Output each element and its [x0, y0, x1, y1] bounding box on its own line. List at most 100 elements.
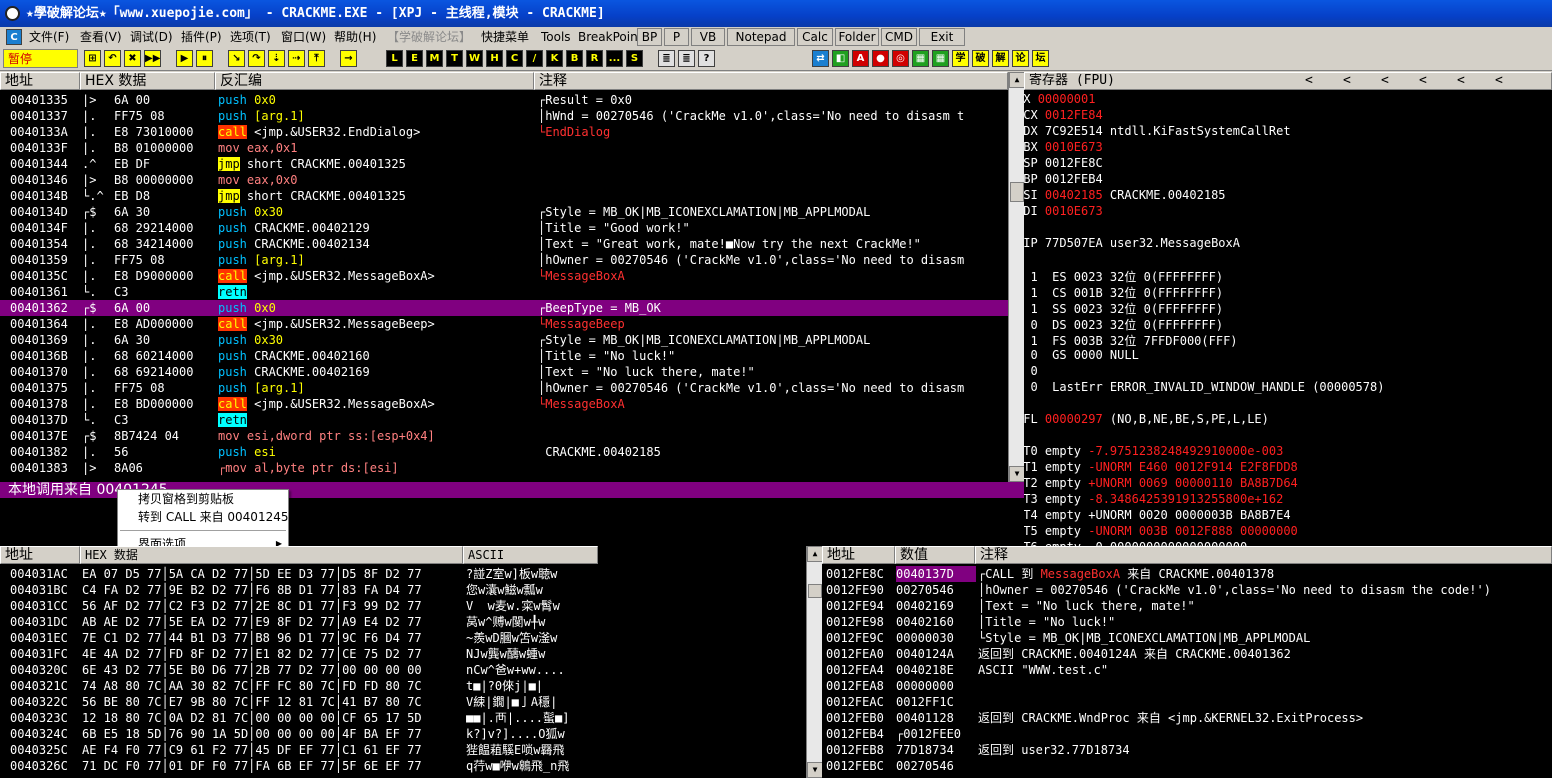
references-icon[interactable]: R [586, 50, 603, 67]
col-header-hex[interactable]: HEX 数据 [80, 72, 215, 90]
register-row[interactable] [1024, 220, 1544, 236]
disasm-row[interactable]: 00401337 |. FF75 08 push [arg.1] │hWnd = 002… [0, 108, 1008, 124]
disasm-row[interactable]: 0040137E ┌$ 8B7424 04 mov esi,dword ptr ss:… [0, 428, 1008, 444]
dump-header-addr[interactable]: 地址 [0, 546, 80, 564]
register-row[interactable]: ST2 empty +UNORM 0069 00000110 BA8B7D64 [1024, 476, 1544, 492]
debug-options-icon[interactable]: ≣ [658, 50, 675, 67]
register-row[interactable]: ESP 0012FE8C [1024, 156, 1544, 172]
disasm-row[interactable]: 00401362 ┌$ 6A 00 push 0x0 ┌BeepType = MB_OK [0, 300, 1008, 316]
register-row[interactable]: ST3 empty -8.3486425391913255800e+162 [1024, 492, 1544, 508]
disasm-row[interactable]: 00401383 |> 8A06 ┌mov al,byte ptr ds:[esi] [0, 460, 1008, 476]
col-header-comment[interactable]: 注释 [534, 72, 1008, 90]
register-row[interactable] [1024, 396, 1544, 412]
xue-icon[interactable]: 学 [952, 50, 969, 67]
menu-window[interactable]: 窗口(W) [281, 27, 326, 47]
dump-scroll-down-arrow-icon[interactable]: ▼ [807, 762, 822, 778]
lun-icon[interactable]: 论 [1012, 50, 1029, 67]
register-row[interactable]: A 1 SS 0023 32位 0(FFFFFFFF) [1024, 300, 1544, 316]
register-row[interactable]: EDX 7C92E514 ntdll.KiFastSystemCallRet [1024, 124, 1544, 140]
step-into-icon[interactable]: ↘ [228, 50, 245, 67]
register-nav-arrow-icon[interactable]: < [1419, 73, 1427, 89]
registers-pane[interactable]: 寄存器 (FPU) <<<<<< AX 00000001ECX 0012FE84… [1024, 72, 1552, 546]
menu-tools[interactable]: Tools [541, 27, 571, 47]
dump-scroll-thumb[interactable] [808, 584, 822, 598]
dump-pane[interactable]: 地址 HEX 数据 ASCII 004031AC EA 07 D5 77│5A C… [0, 546, 822, 778]
menu-exit[interactable]: Exit [919, 28, 965, 46]
menu-cmd[interactable]: CMD [881, 28, 917, 46]
menu-shortcut[interactable]: 快捷菜单 [481, 27, 529, 47]
restart-icon[interactable]: ↶ [104, 50, 121, 67]
menu-folder[interactable]: Folder [835, 28, 879, 46]
menu-breakpoint[interactable]: BreakPoint [578, 27, 642, 47]
register-row[interactable]: Z 0 DS 0023 32位 0(FFFFFFFF) [1024, 316, 1544, 332]
stack-row[interactable]: 0012FEA8 00000000 [822, 678, 1552, 694]
stack-row[interactable]: 0012FE98 00402160 │Title = "No luck!" [822, 614, 1552, 630]
menu-calc[interactable]: Calc [797, 28, 833, 46]
cpu-icon[interactable]: C [506, 50, 523, 67]
register-row[interactable]: P 1 CS 001B 32位 0(FFFFFFFF) [1024, 284, 1544, 300]
dump-rows[interactable]: 004031AC EA 07 D5 77│5A CA D2 77│5D EE D3… [0, 566, 806, 778]
menu-options[interactable]: 选项(T) [230, 27, 271, 47]
dump-row[interactable]: 0040324C 6B E5 18 5D│76 90 1A 5D│00 00 00… [0, 726, 806, 742]
register-row[interactable]: ST5 empty -UNORM 003B 0012F888 00000000 [1024, 524, 1544, 540]
disasm-row[interactable]: 00401346 |> B8 00000000 mov eax,0x0 [0, 172, 1008, 188]
disasm-row[interactable]: 00401354 |. 68 34214000 push CRACKME.004021… [0, 236, 1008, 252]
disasm-row[interactable]: 00401370 |. 68 69214000 push CRACKME.004021… [0, 364, 1008, 380]
disasm-row[interactable]: 00401335 |> 6A 00 push 0x0 ┌Result = 0x0 [0, 92, 1008, 108]
stack-header-value[interactable]: 数值 [895, 546, 975, 564]
dump-row[interactable]: 0040321C 74 A8 80 7C│AA 30 82 7C│FF FC 80… [0, 678, 806, 694]
threads-icon[interactable]: T [446, 50, 463, 67]
register-rows[interactable]: AX 00000001ECX 0012FE84EDX 7C92E514 ntdl… [1024, 92, 1552, 546]
stack-row[interactable]: 0012FEBC 00270546 [822, 758, 1552, 774]
disassembly-rows[interactable]: 00401335 |> 6A 00 push 0x0 ┌Result = 0x0 0040… [0, 92, 1008, 482]
disasm-row[interactable]: 0040133F |. B8 01000000 mov eax,0x1 [0, 140, 1008, 156]
register-row[interactable] [1024, 428, 1544, 444]
col-header-addr[interactable]: 地址 [0, 72, 80, 90]
register-nav-arrow-icon[interactable]: < [1381, 73, 1389, 89]
open-icon[interactable]: ⊞ [84, 50, 101, 67]
execute-till-return-icon[interactable]: ⤒ [308, 50, 325, 67]
disasm-row[interactable]: 00401382 |. 56 push esi CRACKME.00402185 [0, 444, 1008, 460]
modules-icon[interactable]: E [406, 50, 423, 67]
dump-scrollbar[interactable]: ▲ ▼ [806, 546, 822, 778]
log-window-icon[interactable]: L [386, 50, 403, 67]
menu-p[interactable]: P [664, 28, 689, 46]
menu-forum[interactable]: 【学破解论坛】 [387, 27, 471, 47]
source-icon[interactable]: S [626, 50, 643, 67]
col-header-disasm[interactable]: 反汇编 [215, 72, 534, 90]
register-row[interactable]: T 0 GS 0000 NULL [1024, 348, 1544, 364]
stack-row[interactable]: 0012FEB8 77D18734 返回到 user32.77D18734 [822, 742, 1552, 758]
po-icon[interactable]: 破 [972, 50, 989, 67]
menu-view[interactable]: 查看(V) [80, 27, 122, 47]
register-row[interactable]: EIP 77D507EA user32.MessageBoxA [1024, 236, 1544, 252]
dump-row[interactable]: 004031FC 4E 4A D2 77│FD 8F D2 77│E1 82 D2… [0, 646, 806, 662]
dump-header-ascii[interactable]: ASCII [463, 546, 598, 564]
table-icon[interactable]: ▦ [932, 50, 949, 67]
tan-icon[interactable]: 坛 [1032, 50, 1049, 67]
disasm-scrollbar[interactable]: ▲ ▼ [1008, 72, 1024, 482]
disasm-row[interactable]: 00401359 |. FF75 08 push [arg.1] │hOwner = 0… [0, 252, 1008, 268]
grid-icon[interactable]: ▦ [912, 50, 929, 67]
register-row[interactable]: C 1 ES 0023 32位 0(FFFFFFFF) [1024, 268, 1544, 284]
register-row[interactable]: ST0 empty -7.9751238248492910000e-003 [1024, 444, 1544, 460]
patches-icon[interactable]: / [526, 50, 543, 67]
disasm-row[interactable]: 0040136B |. 68 60214000 push CRACKME.004021… [0, 348, 1008, 364]
register-row[interactable]: ECX 0012FE84 [1024, 108, 1544, 124]
stack-row[interactable]: 0012FEB0 00401128 返回到 CRACKME.WndProc 来自 <… [822, 710, 1552, 726]
app-menu-icon[interactable]: C [6, 29, 22, 45]
register-row[interactable]: EBP 0012FEB4 [1024, 172, 1544, 188]
register-nav-arrow-icon[interactable]: < [1305, 73, 1313, 89]
menu-debug[interactable]: 调试(D) [130, 27, 173, 47]
disasm-row[interactable]: 0040135C |. E8 D9000000 call <jmp.&USER32.M… [0, 268, 1008, 284]
dump-row[interactable]: 0040323C 12 18 80 7C│0A D2 81 7C│00 00 00… [0, 710, 806, 726]
plugin-icon[interactable]: ◧ [832, 50, 849, 67]
disasm-row[interactable]: 0040133A |. E8 73010000 call <jmp.&USER32.E… [0, 124, 1008, 140]
pause-icon[interactable]: ⏸ [196, 50, 213, 67]
dump-row[interactable]: 004031BC C4 FA D2 77│9E B2 D2 77│F6 8B D1… [0, 582, 806, 598]
dump-row[interactable]: 0040325C AE F4 F0 77│C9 61 F2 77│45 DF EF… [0, 742, 806, 758]
switch-icon[interactable]: ⇄ [812, 50, 829, 67]
jie-icon[interactable]: 解 [992, 50, 1009, 67]
disasm-row[interactable]: 00401364 |. E8 AD000000 call <jmp.&USER32.M… [0, 316, 1008, 332]
register-nav-arrow-icon[interactable]: < [1457, 73, 1465, 89]
dump-row[interactable]: 004031CC 56 AF D2 77│C2 F3 D2 77│2E 8C D1… [0, 598, 806, 614]
